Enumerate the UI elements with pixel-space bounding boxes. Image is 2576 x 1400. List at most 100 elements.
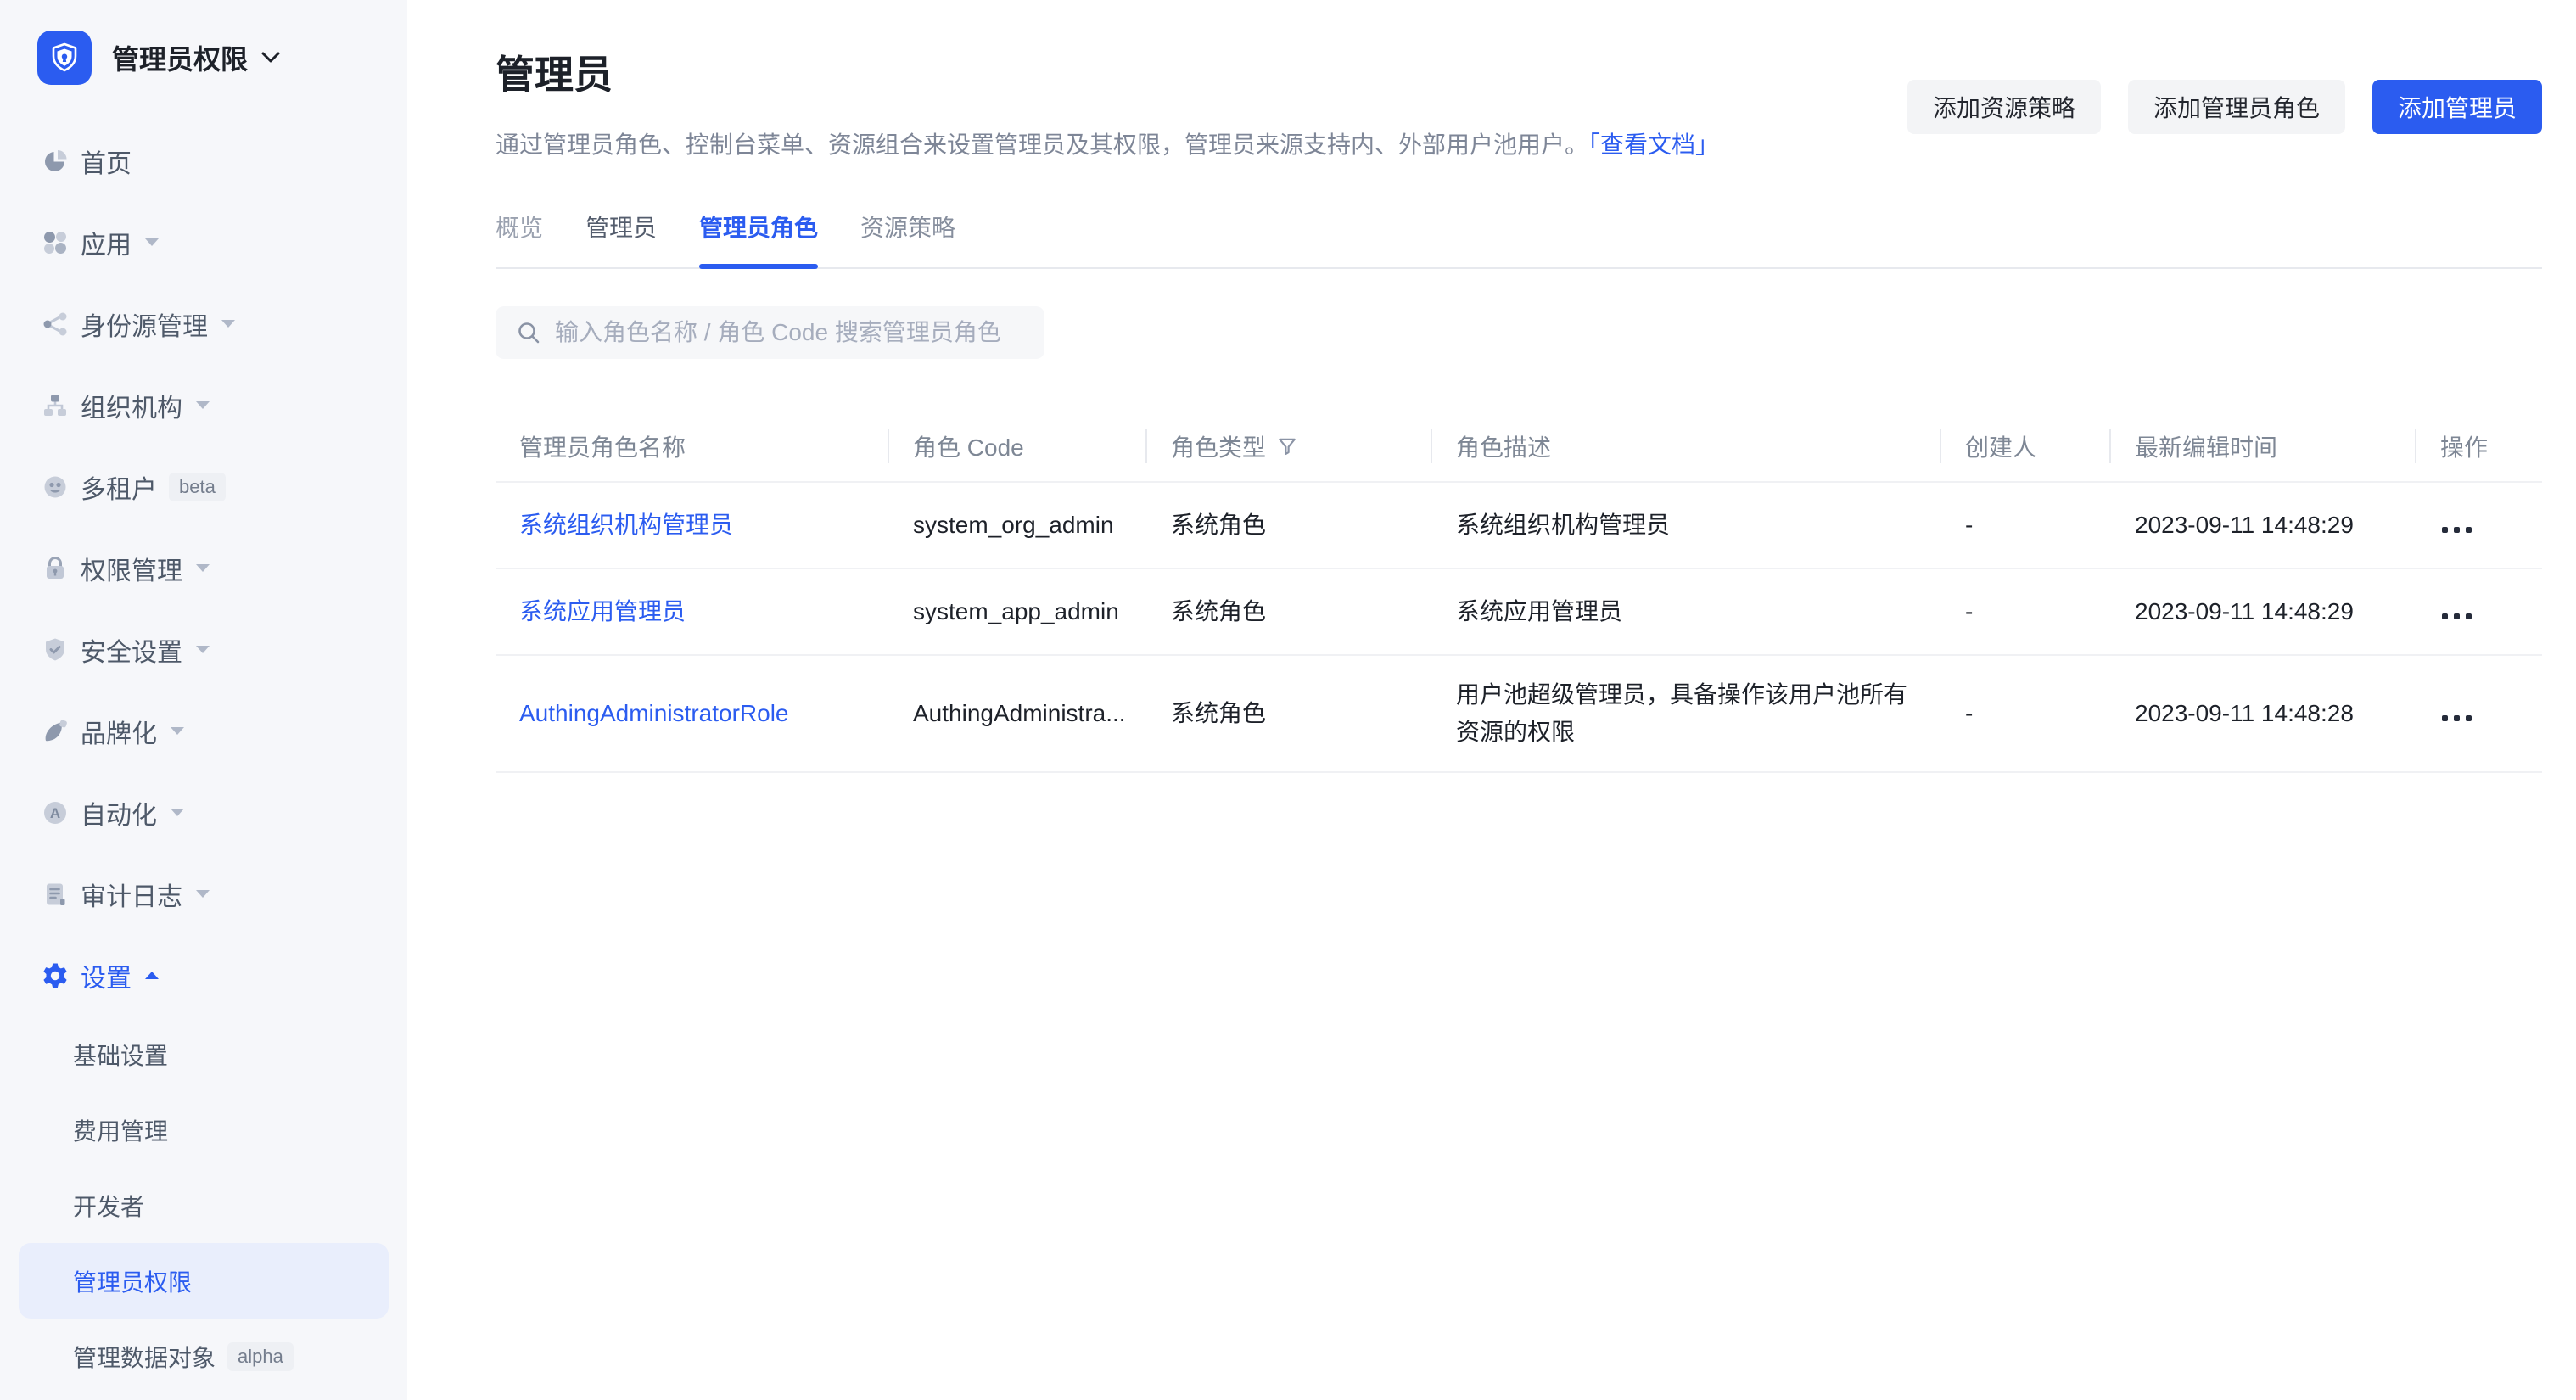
- sidebar-subitem-basic-settings[interactable]: 基础设置: [0, 1016, 407, 1092]
- sidebar-item-automation[interactable]: A 自动化: [0, 772, 407, 854]
- sidebar-subitem-developer[interactable]: 开发者: [0, 1168, 407, 1243]
- sidebar: 管理员权限 首页: [0, 0, 407, 1400]
- sidebar-subitem-billing[interactable]: 费用管理: [0, 1092, 407, 1168]
- more-actions-icon[interactable]: [2440, 608, 2473, 624]
- sidebar-nav: 首页 应用: [0, 120, 407, 1394]
- app-root: 管理员权限 首页: [0, 0, 2576, 1400]
- sidebar-item-security[interactable]: 安全设置: [0, 609, 407, 691]
- sidebar-subitem-label: 管理数据对象: [73, 1340, 216, 1374]
- brush-icon: [40, 716, 70, 747]
- org-tree-icon: [40, 390, 70, 421]
- sidebar-item-label: 首页: [81, 143, 132, 180]
- more-actions-icon[interactable]: [2440, 710, 2473, 726]
- column-role-name: 管理员角色名称: [496, 412, 889, 481]
- row-actions-cell: [2416, 573, 2540, 651]
- gear-icon: [40, 960, 70, 991]
- updated-at-cell: 2023-09-11 14:48:29: [2111, 486, 2416, 564]
- sidebar-item-apps[interactable]: 应用: [0, 202, 407, 283]
- more-actions-icon[interactable]: [2440, 522, 2473, 538]
- sidebar-subitem-label: 开发者: [73, 1189, 144, 1223]
- sidebar-subitem-label: 基础设置: [73, 1038, 168, 1072]
- sidebar-item-label: 自动化: [81, 794, 157, 832]
- sidebar-item-permissions[interactable]: 权限管理: [0, 528, 407, 609]
- chevron-down-icon: [221, 320, 235, 328]
- chevron-down-icon: [196, 890, 210, 899]
- creator-cell: -: [1941, 486, 2111, 564]
- sidebar-item-identity-sources[interactable]: 身份源管理: [0, 283, 407, 365]
- lock-icon: [40, 553, 70, 584]
- table-row: 系统应用管理员 system_app_admin 系统角色 系统应用管理员 - …: [496, 569, 2542, 656]
- sidebar-item-branding[interactable]: 品牌化: [0, 691, 407, 772]
- tab-resource-policies[interactable]: 资源策略: [860, 194, 955, 267]
- shield-logo-icon: [48, 41, 81, 75]
- workspace-switcher[interactable]: 管理员权限: [37, 31, 407, 85]
- beta-badge: beta: [169, 473, 226, 501]
- role-name-link[interactable]: AuthingAdministratorRole: [496, 675, 889, 753]
- sidebar-item-home[interactable]: 首页: [0, 120, 407, 202]
- column-actions: 操作: [2416, 412, 2540, 481]
- sidebar-item-label: 多租户: [81, 468, 157, 506]
- alpha-badge: alpha: [227, 1342, 294, 1371]
- sidebar-item-label: 安全设置: [81, 631, 182, 669]
- add-resource-policy-button[interactable]: 添加资源策略: [1907, 80, 2101, 134]
- role-code-cell: system_org_admin: [889, 486, 1147, 564]
- sidebar-item-label: 设置: [81, 957, 132, 994]
- add-admin-role-button[interactable]: 添加管理员角色: [2128, 80, 2345, 134]
- sidebar-subitem-managed-data-objects[interactable]: 管理数据对象 alpha: [0, 1319, 407, 1394]
- search-input[interactable]: [553, 318, 1024, 347]
- role-description-cell: 系统应用管理员: [1432, 573, 1941, 651]
- role-type-cell: 系统角色: [1147, 573, 1432, 651]
- tab-admins[interactable]: 管理员: [585, 194, 657, 267]
- column-role-type: 角色类型: [1147, 412, 1432, 481]
- role-type-cell: 系统角色: [1147, 675, 1432, 753]
- automation-icon: A: [40, 798, 70, 828]
- table-row: 系统组织机构管理员 system_org_admin 系统角色 系统组织机构管理…: [496, 483, 2542, 569]
- role-name-link[interactable]: 系统组织机构管理员: [496, 486, 889, 564]
- chevron-down-icon: [196, 646, 210, 654]
- workspace-name: 管理员权限: [112, 38, 248, 77]
- sidebar-item-label: 应用: [81, 224, 132, 261]
- role-name-link[interactable]: 系统应用管理员: [496, 573, 889, 651]
- sidebar-item-label: 审计日志: [81, 876, 182, 913]
- sidebar-item-label: 组织机构: [81, 387, 182, 424]
- sidebar-item-organization[interactable]: 组织机构: [0, 365, 407, 446]
- apps-icon: [40, 227, 70, 258]
- shield-check-icon: [40, 635, 70, 665]
- row-actions-cell: [2416, 675, 2540, 753]
- role-description-cell: 用户池超级管理员，具备操作该用户池所有资源的权限: [1432, 656, 1941, 771]
- column-role-description: 角色描述: [1432, 412, 1941, 481]
- column-role-code: 角色 Code: [889, 412, 1147, 481]
- tab-admin-roles[interactable]: 管理员角色: [699, 194, 818, 267]
- view-docs-link[interactable]: 「查看文档」: [1588, 132, 1719, 158]
- sidebar-subitem-label: 费用管理: [73, 1113, 168, 1147]
- table-row: AuthingAdministratorRole AuthingAdminist…: [496, 656, 2542, 773]
- row-actions-cell: [2416, 486, 2540, 564]
- updated-at-cell: 2023-09-11 14:48:29: [2111, 573, 2416, 651]
- search-icon: [516, 320, 541, 345]
- tab-overview[interactable]: 概览: [496, 194, 543, 267]
- role-code-cell: AuthingAdministra...: [889, 675, 1147, 753]
- role-search-box: [496, 306, 1044, 359]
- chevron-down-icon: [196, 401, 210, 410]
- chevron-up-icon: [145, 972, 159, 980]
- filter-icon[interactable]: [1276, 435, 1298, 457]
- chevron-down-icon: [171, 727, 184, 736]
- workspace-chevron-down-icon: [261, 52, 280, 64]
- svg-text:A: A: [50, 805, 60, 821]
- audit-log-icon: [40, 879, 70, 910]
- sidebar-item-label: 品牌化: [81, 713, 157, 750]
- role-description-cell: 系统组织机构管理员: [1432, 486, 1941, 564]
- workspace-logo: [37, 31, 92, 85]
- column-role-type-label: 角色类型: [1171, 429, 1266, 463]
- chevron-down-icon: [145, 238, 159, 247]
- sidebar-item-audit-logs[interactable]: 审计日志: [0, 854, 407, 935]
- chevron-down-icon: [171, 809, 184, 817]
- tenants-icon: [40, 472, 70, 502]
- sidebar-item-settings[interactable]: 设置: [0, 935, 407, 1016]
- sidebar-item-multi-tenant[interactable]: 多租户 beta: [0, 446, 407, 528]
- chevron-down-icon: [196, 564, 210, 573]
- sidebar-subitem-admin-permissions[interactable]: 管理员权限: [19, 1243, 389, 1319]
- role-code-cell: system_app_admin: [889, 573, 1147, 651]
- add-admin-button[interactable]: 添加管理员: [2372, 80, 2542, 134]
- main-content: 管理员 添加资源策略 添加管理员角色 添加管理员 通过管理员角色、控制台菜单、资…: [407, 0, 2576, 1400]
